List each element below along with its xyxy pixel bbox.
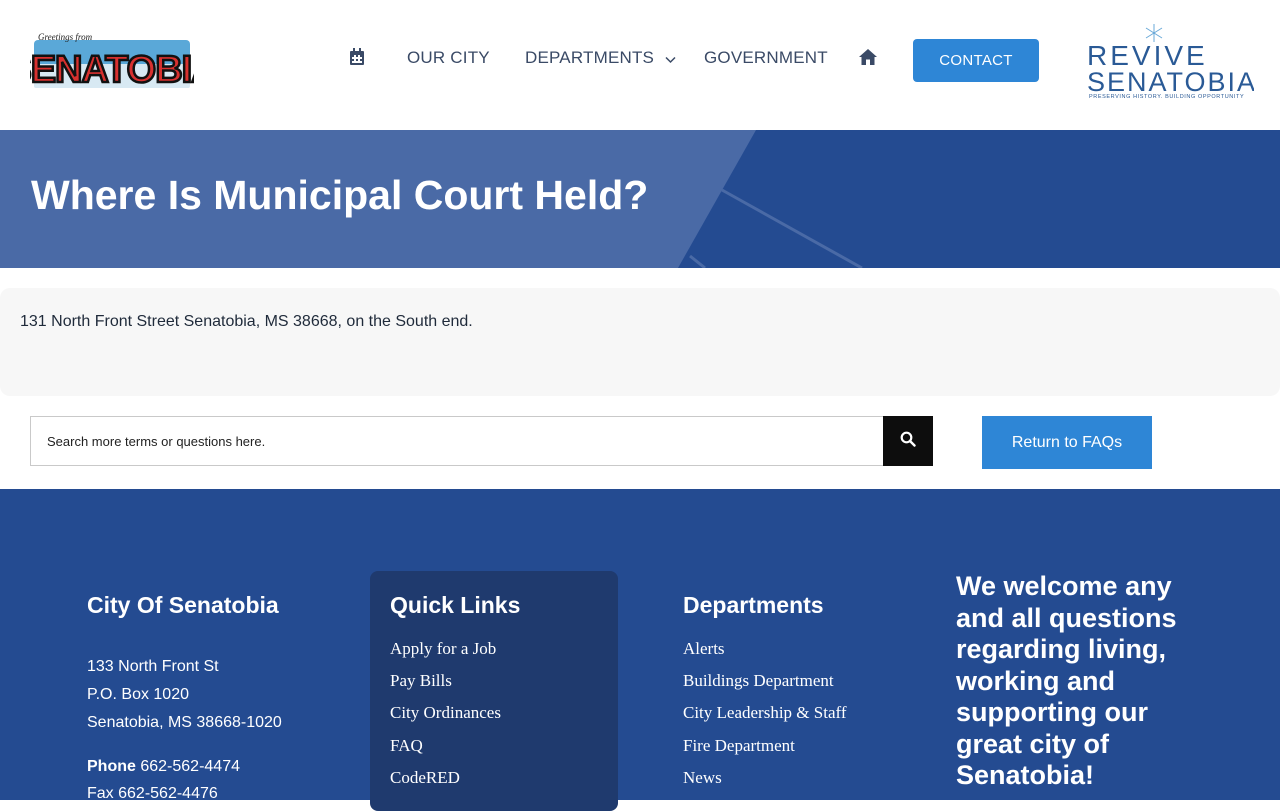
contact-button[interactable]: CONTACT bbox=[913, 39, 1039, 82]
page-title: Where Is Municipal Court Held? bbox=[31, 172, 649, 218]
svg-text:PRESERVING HISTORY. BUILDING O: PRESERVING HISTORY. BUILDING OPPORTUNITY bbox=[1089, 94, 1244, 100]
nav-government[interactable]: GOVERNMENT bbox=[704, 48, 828, 68]
nav-departments[interactable]: DEPARTMENTS bbox=[525, 48, 676, 69]
senatobia-logo[interactable]: Greetings from SENATOBIA bbox=[5, 28, 220, 94]
revive-senatobia-logo[interactable]: REVIVE SENATOBIA PRESERVING HISTORY. BUI… bbox=[1084, 18, 1255, 104]
nav-our-city[interactable]: OUR CITY bbox=[407, 48, 490, 68]
footer-address-line2: P.O. Box 1020 bbox=[87, 686, 189, 703]
chevron-down-icon bbox=[665, 49, 676, 69]
quick-link-faq[interactable]: FAQ bbox=[390, 736, 423, 756]
footer-city-heading: City Of Senatobia bbox=[87, 592, 279, 618]
page-hero: Where Is Municipal Court Held? bbox=[0, 130, 1280, 268]
site-footer: City Of Senatobia 133 North Front St P.O… bbox=[0, 489, 1280, 811]
dept-link-alerts[interactable]: Alerts bbox=[683, 639, 725, 659]
quick-link-apply-job[interactable]: Apply for a Job bbox=[390, 639, 496, 659]
svg-text:Greetings from: Greetings from bbox=[38, 32, 93, 42]
footer-phone: Phone 662-562-4474 bbox=[87, 758, 240, 776]
dept-link-buildings[interactable]: Buildings Department bbox=[683, 671, 834, 691]
quick-links-heading: Quick Links bbox=[390, 592, 521, 618]
footer-welcome-message: We welcome any and all questions regardi… bbox=[956, 571, 1177, 790]
faq-answer-text: 131 North Front Street Senatobia, MS 386… bbox=[20, 313, 473, 330]
calendar-icon[interactable] bbox=[349, 48, 369, 68]
dept-link-news[interactable]: News bbox=[683, 768, 722, 788]
return-to-faqs-button[interactable]: Return to FAQs bbox=[982, 416, 1152, 469]
footer-fax-number: 662-562-4476 bbox=[118, 785, 218, 802]
faq-search-input[interactable] bbox=[30, 416, 883, 466]
faq-answer-box: 131 North Front Street Senatobia, MS 386… bbox=[0, 288, 1280, 396]
quick-link-city-ordinances[interactable]: City Ordinances bbox=[390, 703, 501, 723]
footer-address-line3: Senatobia, MS 38668-1020 bbox=[87, 714, 282, 731]
search-button[interactable] bbox=[883, 416, 933, 466]
home-icon[interactable] bbox=[858, 48, 878, 68]
footer-phone-label: Phone bbox=[87, 758, 136, 775]
quick-link-pay-bills[interactable]: Pay Bills bbox=[390, 671, 452, 691]
svg-text:SENATOBIA: SENATOBIA bbox=[30, 49, 194, 91]
search-icon bbox=[900, 431, 916, 452]
dept-link-leadership[interactable]: City Leadership & Staff bbox=[683, 703, 847, 723]
footer-fax-label: Fax bbox=[87, 785, 114, 802]
footer-departments-heading: Departments bbox=[683, 592, 824, 618]
dept-link-fire[interactable]: Fire Department bbox=[683, 736, 795, 756]
nav-departments-label: DEPARTMENTS bbox=[525, 48, 655, 67]
footer-address-line1: 133 North Front St bbox=[87, 658, 219, 675]
svg-text:SENATOBIA: SENATOBIA bbox=[1087, 67, 1254, 97]
site-header: Greetings from SENATOBIA OUR CITY DEPART… bbox=[0, 0, 1280, 130]
footer-phone-number[interactable]: 662-562-4474 bbox=[140, 758, 240, 775]
footer-fax: Fax 662-562-4476 bbox=[87, 785, 218, 803]
quick-link-codered[interactable]: CodeRED bbox=[390, 768, 460, 788]
